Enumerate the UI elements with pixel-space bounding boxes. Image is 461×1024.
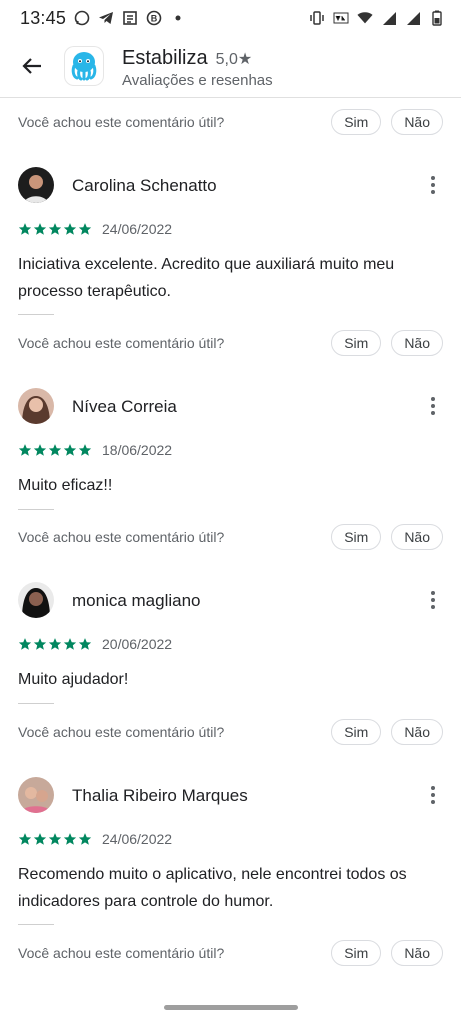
- review-text: Recomendo muito o aplicativo, nele encon…: [18, 866, 407, 910]
- gesture-nav-handle[interactable]: [164, 1005, 298, 1010]
- page-subtitle: Avaliações e resenhas: [122, 72, 273, 89]
- reviewer-name: Carolina Schenatto: [72, 176, 217, 195]
- helpful-question: Você achou este comentário útil?: [18, 724, 225, 740]
- star-rating: [18, 443, 92, 457]
- vibrate-icon: [309, 10, 325, 26]
- helpful-question: Você achou este comentário útil?: [18, 114, 225, 130]
- app-title: Estabiliza: [122, 47, 208, 69]
- telegram-icon: [98, 10, 114, 26]
- review-text: Muito ajudador!: [18, 671, 129, 688]
- back-button[interactable]: [18, 52, 46, 80]
- helpful-yes-button[interactable]: Sim: [331, 109, 382, 135]
- star-rating: [18, 832, 92, 846]
- b-app-icon: B: [146, 10, 162, 26]
- helpful-no-button[interactable]: Não: [391, 524, 443, 550]
- star-rating: [18, 637, 92, 651]
- helpful-yes-button[interactable]: Sim: [331, 524, 382, 550]
- status-bar: 13:45 B: [0, 0, 461, 36]
- svg-text:B: B: [151, 14, 158, 24]
- helpful-row: Você achou este comentário útil? Sim Não: [18, 108, 443, 136]
- reviewer-name: monica magliano: [72, 591, 201, 610]
- app-header: Estabiliza 5,0★ Avaliações e resenhas: [0, 36, 461, 98]
- review-text: Muito eficaz!!: [18, 477, 113, 494]
- battery-icon: [429, 10, 445, 26]
- app-rating: 5,0★: [215, 51, 253, 68]
- review-date: 18/06/2022: [102, 442, 173, 458]
- helpful-yes-button[interactable]: Sim: [331, 719, 382, 745]
- divider: [18, 314, 54, 315]
- avatar: [18, 777, 54, 813]
- helpful-no-button[interactable]: Não: [391, 940, 443, 966]
- helpful-no-button[interactable]: Não: [391, 109, 443, 135]
- divider: [18, 509, 54, 510]
- arrow-back-icon: [22, 58, 41, 74]
- more-options-icon[interactable]: [423, 783, 443, 807]
- helpful-row: Você achou este comentário útil? Sim Não: [18, 939, 443, 967]
- helpful-no-button[interactable]: Não: [391, 719, 443, 745]
- helpful-question: Você achou este comentário útil?: [18, 529, 225, 545]
- helpful-row: Você achou este comentário útil? Sim Não: [18, 329, 443, 357]
- reviewer-name: Nívea Correia: [72, 397, 177, 416]
- helpful-row: Você achou este comentário útil? Sim Não: [18, 718, 443, 746]
- review-date: 20/06/2022: [102, 636, 173, 652]
- helpful-yes-button[interactable]: Sim: [331, 940, 382, 966]
- more-options-icon[interactable]: [423, 173, 443, 197]
- signal-4g-icon: [381, 10, 397, 26]
- review-date: 24/06/2022: [102, 221, 173, 237]
- review-text: Iniciativa excelente. Acredito que auxil…: [18, 256, 395, 300]
- whatsapp-icon: [74, 10, 90, 26]
- avatar: [18, 167, 54, 203]
- signal-icon: [405, 10, 421, 26]
- volte-icon: [333, 10, 349, 26]
- review-date: 24/06/2022: [102, 831, 173, 847]
- notification-dot-icon: [170, 10, 186, 26]
- helpful-question: Você achou este comentário útil?: [18, 335, 225, 351]
- more-options-icon[interactable]: [423, 394, 443, 418]
- helpful-yes-button[interactable]: Sim: [331, 330, 382, 356]
- star-rating: [18, 222, 92, 236]
- wifi-icon: [357, 10, 373, 26]
- status-time: 13:45: [20, 7, 67, 28]
- app-logo-icon: [64, 46, 104, 86]
- more-options-icon[interactable]: [423, 588, 443, 612]
- helpful-no-button[interactable]: Não: [391, 330, 443, 356]
- avatar: [18, 582, 54, 618]
- news-icon: [122, 10, 138, 26]
- avatar: [18, 388, 54, 424]
- divider: [18, 924, 54, 925]
- helpful-question: Você achou este comentário útil?: [18, 945, 225, 961]
- helpful-row: Você achou este comentário útil? Sim Não: [18, 523, 443, 551]
- divider: [18, 703, 54, 704]
- reviewer-name: Thalia Ribeiro Marques: [72, 786, 248, 805]
